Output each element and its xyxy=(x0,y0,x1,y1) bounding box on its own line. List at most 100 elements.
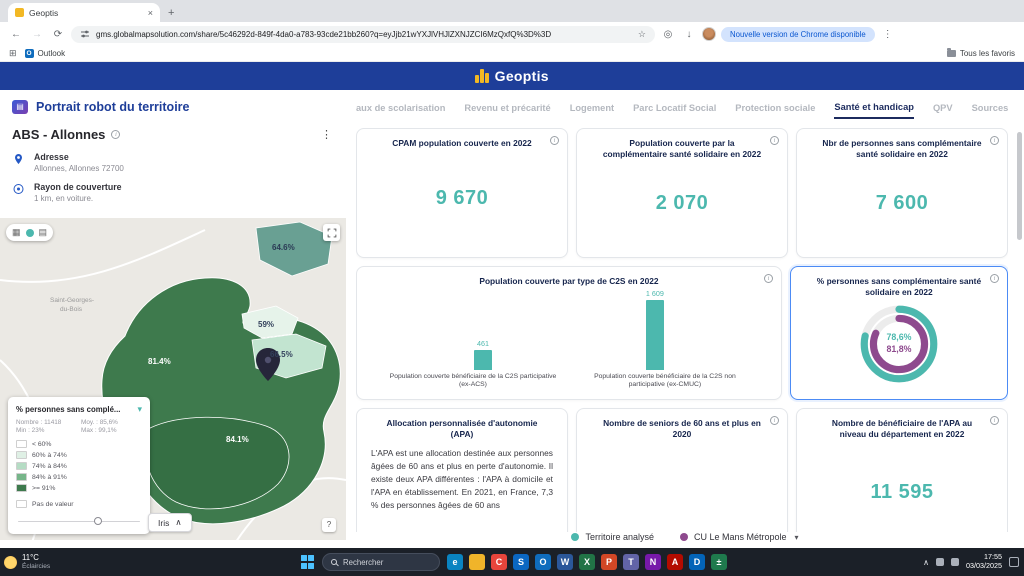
iris-button[interactable]: Iris ∧ xyxy=(148,513,192,532)
all-favorites-label: Tous les favoris xyxy=(960,49,1015,58)
all-favorites-button[interactable]: Tous les favoris xyxy=(947,49,1015,58)
left-panel: ▤ Portrait robot du territoire ABS - All… xyxy=(0,90,346,548)
bar: 461 xyxy=(474,339,492,370)
map-layer-controls[interactable]: ▦ ▤ xyxy=(6,224,53,241)
chrome-update-button[interactable]: Nouvelle version de Chrome disponible xyxy=(721,27,875,42)
start-button[interactable] xyxy=(300,555,315,570)
tab-title: Geoptis xyxy=(29,8,143,18)
taskbar-clock[interactable]: 17:55 03/03/2025 xyxy=(966,553,1002,570)
download-icon[interactable]: ↓ xyxy=(681,29,697,40)
card-apa-info: Allocation personnalisée d'autonomie (AP… xyxy=(356,408,568,532)
tab-aux-de-scolarisation[interactable]: aux de scolarisation xyxy=(356,103,445,118)
map-expand-button[interactable] xyxy=(323,224,340,241)
stat-value xyxy=(587,440,777,532)
system-tray: ∧ 17:55 03/03/2025 xyxy=(923,553,1019,570)
bookmark-star-icon[interactable]: ☆ xyxy=(638,29,646,40)
folder-icon xyxy=(947,50,956,57)
excel-icon[interactable]: X xyxy=(579,554,595,570)
chrome-icon[interactable]: C xyxy=(491,554,507,570)
tab-revenu-et-pr-carit-[interactable]: Revenu et précarité xyxy=(464,103,550,118)
back-button[interactable]: ← xyxy=(8,29,24,40)
store-icon[interactable]: S xyxy=(513,554,529,570)
taskbar-search[interactable]: Rechercher xyxy=(322,553,440,571)
apa-description: L'APA est une allocation destinée aux pe… xyxy=(367,447,557,512)
onenote-icon[interactable]: N xyxy=(645,554,661,570)
radius-label: Rayon de couverture xyxy=(34,182,122,192)
apps-grid-icon[interactable]: ⊞ xyxy=(9,48,17,59)
browser-tab-strip: Geoptis × + xyxy=(0,0,1024,22)
extensions-icon[interactable]: ◎ xyxy=(660,29,676,40)
card-donut-chart[interactable]: % personnes sans complémentaire santé so… xyxy=(790,266,1008,400)
tab-protection-sociale[interactable]: Protection sociale xyxy=(735,103,815,118)
left-panel-head: ▤ Portrait robot du territoire ABS - All… xyxy=(0,90,346,212)
info-icon[interactable]: i xyxy=(990,416,999,425)
card-complementaire: Population couverte par la complémentair… xyxy=(576,128,788,258)
acrobat-icon[interactable]: A xyxy=(667,554,683,570)
map-place-label2: du-Bois xyxy=(60,306,83,313)
word-icon[interactable]: W xyxy=(557,554,573,570)
map-legend-stats: Nombre : 11418 Moy. : 85,6% Min : 23% Ma… xyxy=(16,419,142,434)
clock-date: 03/03/2025 xyxy=(966,562,1002,571)
card-title: Nbr de personnes sans complémentaire san… xyxy=(807,138,997,160)
address-label: Adresse xyxy=(34,152,124,162)
stat-value: 9 670 xyxy=(367,149,557,248)
site-info-icon[interactable] xyxy=(80,29,90,39)
browser-toolbar: ← → ⟳ gms.globalmapsolution.com/share/5c… xyxy=(0,22,1024,46)
map-place-label: Saint-Georges- xyxy=(50,297,94,304)
notepad-icon[interactable]: ± xyxy=(711,554,727,570)
info-icon[interactable]: i xyxy=(990,274,999,283)
scrollbar-thumb[interactable] xyxy=(1017,132,1022,240)
help-button[interactable]: ? xyxy=(322,518,336,532)
tab-qpv[interactable]: QPV xyxy=(933,103,953,118)
territory-menu-kebab-icon[interactable]: ⋮ xyxy=(321,128,334,141)
info-icon[interactable]: i xyxy=(764,274,773,283)
slider-handle[interactable] xyxy=(94,517,102,525)
onedrive-icon[interactable]: D xyxy=(689,554,705,570)
tab-sant-et-handicap[interactable]: Santé et handicap xyxy=(834,102,914,119)
notification-center-icon[interactable] xyxy=(1009,557,1019,567)
new-tab-button[interactable]: + xyxy=(168,7,174,19)
info-icon[interactable]: i xyxy=(770,416,779,425)
bookmark-outlook[interactable]: O Outlook xyxy=(25,49,66,58)
tray-chevron-up-icon[interactable]: ∧ xyxy=(923,558,929,567)
profile-avatar[interactable] xyxy=(702,27,716,41)
tab-sources[interactable]: Sources xyxy=(972,103,1008,118)
legend-collapse-icon[interactable]: ▾ xyxy=(137,404,142,415)
reload-button[interactable]: ⟳ xyxy=(50,29,66,40)
map-grid-icon[interactable]: ▦ xyxy=(12,227,21,238)
teams-icon[interactable]: T xyxy=(623,554,639,570)
territory-info-icon[interactable]: i xyxy=(111,130,120,139)
coverage-radius-icon xyxy=(12,182,25,195)
info-icon[interactable]: i xyxy=(550,136,559,145)
browser-tab[interactable]: Geoptis × xyxy=(8,3,160,22)
file-explorer-icon[interactable] xyxy=(469,554,485,570)
forward-button[interactable]: → xyxy=(29,29,45,40)
powerpoint-icon[interactable]: P xyxy=(601,554,617,570)
donut-value-1: 78,6% xyxy=(886,332,911,344)
info-icon[interactable]: i xyxy=(990,136,999,145)
compare-dot xyxy=(571,533,579,541)
screen: Geoptis × + ← → ⟳ gms.globalmapsolution.… xyxy=(0,0,1024,576)
tab-parc-locatif-social[interactable]: Parc Locatif Social xyxy=(633,103,716,118)
address-pin-icon xyxy=(12,152,25,165)
map[interactable]: Saint-Georges- du-Bois 64.6%59%66.5%81.4… xyxy=(0,218,346,540)
compare-legend-item[interactable]: CU Le Mans Métropole ▾ xyxy=(680,532,799,542)
map-toggle-icon[interactable] xyxy=(26,229,34,237)
url-bar[interactable]: gms.globalmapsolution.com/share/5c46292d… xyxy=(71,26,655,43)
browser-menu-kebab-icon[interactable]: ⋮ xyxy=(880,29,896,40)
cards-area: CPAM population couverte en 2022 i 9 670… xyxy=(356,128,1008,532)
tab-close-icon[interactable]: × xyxy=(148,8,153,18)
taskbar-weather[interactable]: 11°C Éclaircies xyxy=(4,554,50,571)
tray-volume-icon[interactable] xyxy=(951,558,959,566)
portrait-icon: ▤ xyxy=(12,100,28,114)
tray-network-icon[interactable] xyxy=(936,558,944,566)
tab-logement[interactable]: Logement xyxy=(570,103,614,118)
info-icon[interactable]: i xyxy=(770,136,779,145)
legend-opacity-slider[interactable] xyxy=(16,516,142,526)
map-layers-icon[interactable]: ▤ xyxy=(39,227,48,238)
outlook-icon: O xyxy=(25,49,34,58)
outlook-icon[interactable]: O xyxy=(535,554,551,570)
card-sans-complementaire: Nbr de personnes sans complémentaire san… xyxy=(796,128,1008,258)
edge-icon[interactable]: e xyxy=(447,554,463,570)
app-header: Geoptis xyxy=(0,62,1024,90)
